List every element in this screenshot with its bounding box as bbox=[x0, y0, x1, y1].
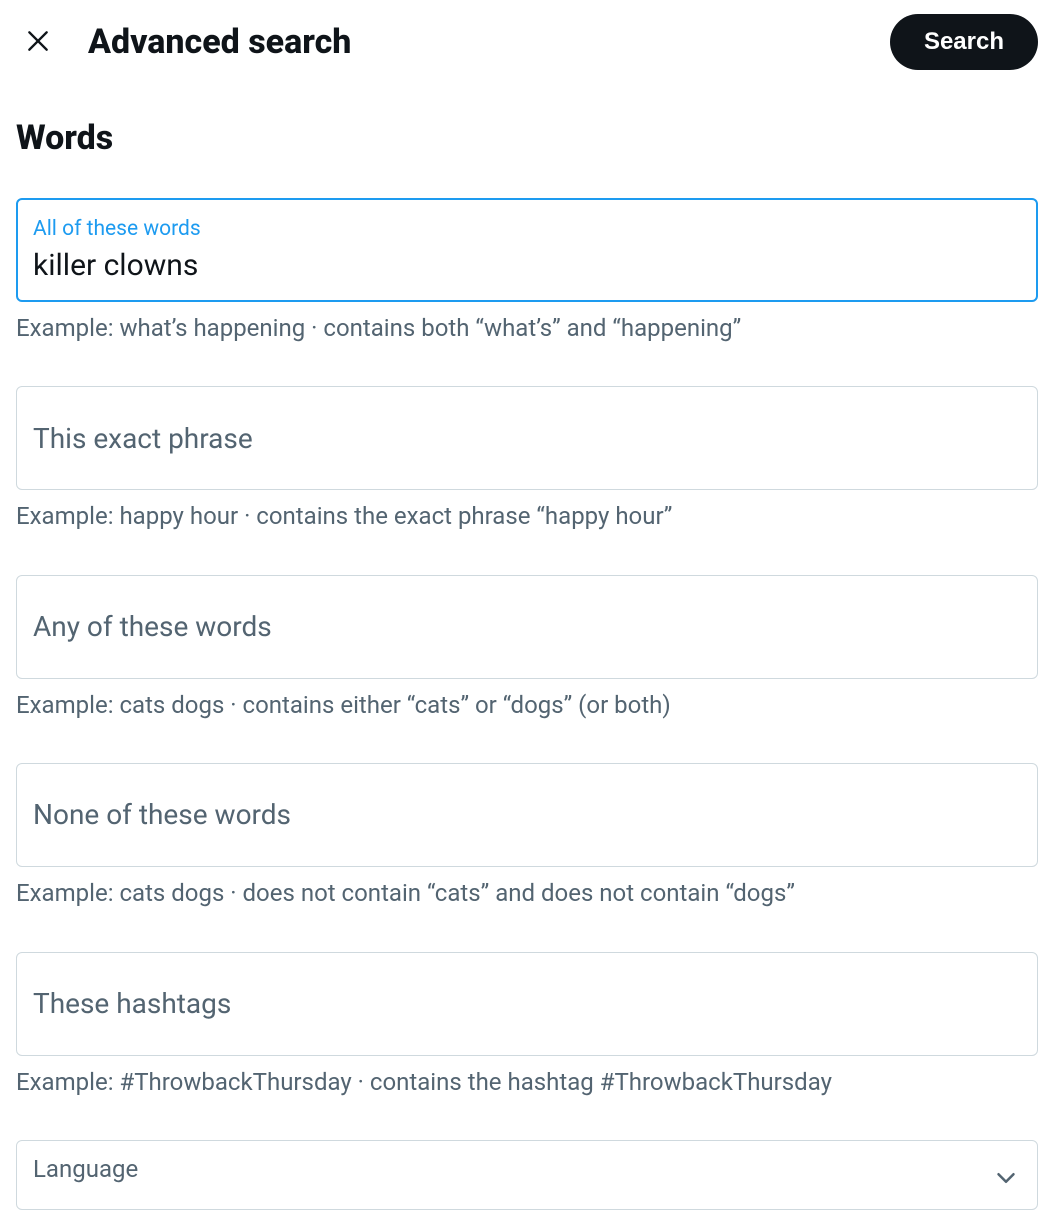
close-icon bbox=[25, 28, 51, 57]
field-hashtags-box[interactable]: These hashtags bbox=[16, 952, 1038, 1056]
page-title: Advanced search bbox=[88, 22, 862, 62]
search-button[interactable]: Search bbox=[890, 14, 1038, 70]
field-all-words-label: All of these words bbox=[33, 217, 1021, 242]
field-language: Language bbox=[16, 1140, 1038, 1210]
field-none-words-box[interactable]: None of these words bbox=[16, 763, 1038, 867]
field-none-words-example: Example: cats dogs · does not contain “c… bbox=[16, 877, 1038, 909]
field-hashtags-label: These hashtags bbox=[33, 987, 1021, 1021]
field-exact-phrase-example: Example: happy hour · contains the exact… bbox=[16, 500, 1038, 532]
field-hashtags-example: Example: #ThrowbackThursday · contains t… bbox=[16, 1066, 1038, 1098]
field-any-words: Any of these words Example: cats dogs · … bbox=[16, 575, 1038, 721]
section-words-title: Words bbox=[16, 118, 1038, 158]
field-any-words-box[interactable]: Any of these words bbox=[16, 575, 1038, 679]
field-all-words: All of these words Example: what’s happe… bbox=[16, 198, 1038, 344]
field-exact-phrase-label: This exact phrase bbox=[33, 422, 1021, 456]
language-select[interactable]: Language bbox=[16, 1140, 1038, 1210]
field-any-words-example: Example: cats dogs · contains either “ca… bbox=[16, 689, 1038, 721]
field-none-words-label: None of these words bbox=[33, 798, 1021, 832]
close-button[interactable] bbox=[16, 20, 60, 64]
field-hashtags: These hashtags Example: #ThrowbackThursd… bbox=[16, 952, 1038, 1098]
chevron-down-icon bbox=[991, 1163, 1021, 1197]
field-exact-phrase: This exact phrase Example: happy hour · … bbox=[16, 386, 1038, 532]
field-any-words-label: Any of these words bbox=[33, 610, 1021, 644]
field-all-words-example: Example: what’s happening · contains bot… bbox=[16, 312, 1038, 344]
field-all-words-box[interactable]: All of these words bbox=[16, 198, 1038, 302]
all-words-input[interactable] bbox=[33, 248, 1021, 283]
header: Advanced search Search bbox=[0, 0, 1054, 84]
content: Words All of these words Example: what’s… bbox=[0, 118, 1054, 1210]
field-exact-phrase-box[interactable]: This exact phrase bbox=[16, 386, 1038, 490]
language-select-label: Language bbox=[33, 1155, 138, 1183]
field-none-words: None of these words Example: cats dogs ·… bbox=[16, 763, 1038, 909]
